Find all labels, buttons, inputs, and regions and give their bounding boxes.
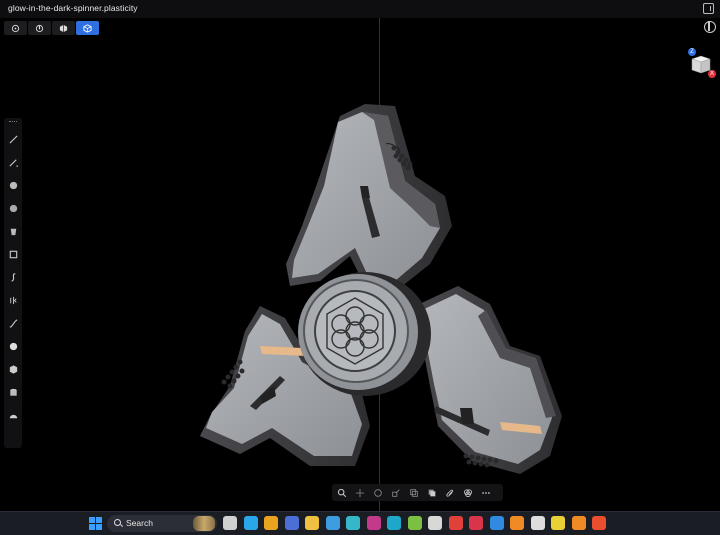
- material-icon: [464, 488, 472, 497]
- solid-mode-icon: [83, 23, 92, 33]
- left-toolbar: [4, 118, 22, 448]
- more-icon: [482, 491, 490, 494]
- x-axis-label[interactable]: X: [708, 70, 716, 78]
- taskbar-search[interactable]: Search: [107, 515, 217, 532]
- affinity-icon[interactable]: [387, 516, 401, 530]
- attach-button[interactable]: [444, 487, 456, 499]
- title-bar: glow-in-the-dark-spinner.plasticity: [0, 0, 720, 18]
- face-mode-icon: [59, 24, 68, 32]
- bottom-toolbar: [332, 484, 503, 501]
- curve-tool[interactable]: [6, 155, 20, 169]
- face-mode-button[interactable]: [52, 21, 75, 35]
- duplicate-button[interactable]: [408, 487, 420, 499]
- stack-tool[interactable]: [6, 385, 20, 399]
- material-button[interactable]: [462, 487, 474, 499]
- window-title: glow-in-the-dark-spinner.plasticity: [8, 3, 138, 13]
- app-blue-icon[interactable]: [325, 516, 340, 530]
- brave-icon[interactable]: [592, 516, 606, 530]
- search-icon: [114, 519, 121, 526]
- app-teal-icon[interactable]: [551, 516, 565, 530]
- sphere-tool[interactable]: [6, 201, 20, 215]
- spiral-tool[interactable]: [6, 270, 20, 284]
- scale-icon: [392, 488, 400, 497]
- box-icon: [9, 250, 17, 258]
- app-cyan-icon[interactable]: [346, 516, 360, 530]
- cube-icon: [9, 364, 17, 374]
- line-icon: [8, 134, 18, 144]
- app-red-f2-icon[interactable]: [469, 516, 483, 530]
- chrome-icon[interactable]: [264, 516, 278, 530]
- navigation-cube[interactable]: Z X: [688, 48, 716, 78]
- more-button[interactable]: [480, 487, 492, 499]
- edge-mode-button[interactable]: [28, 21, 51, 35]
- cap-tool[interactable]: [6, 408, 20, 422]
- windows-taskbar: Search: [0, 511, 720, 535]
- vertex-mode-icon: [11, 24, 20, 32]
- attach-icon: [446, 489, 454, 497]
- circle-tool[interactable]: [6, 178, 20, 192]
- search-label: Search: [126, 518, 153, 528]
- app-e-icon[interactable]: [489, 516, 504, 530]
- edge-mode-icon: [35, 24, 44, 32]
- app-red-f-icon[interactable]: [448, 516, 463, 530]
- cube-tool[interactable]: [6, 362, 20, 376]
- search-highlight-image: [193, 516, 215, 531]
- center-bearing: [298, 272, 431, 396]
- cylinder-icon: [10, 228, 16, 235]
- app-green-icon[interactable]: [407, 516, 422, 530]
- solid-mode-button[interactable]: [76, 21, 99, 35]
- stack-icon: [9, 388, 17, 396]
- task-view-icon[interactable]: [223, 516, 237, 530]
- cap-icon: [9, 414, 17, 418]
- boolean-button[interactable]: [426, 487, 438, 499]
- pen-app-icon[interactable]: [243, 516, 258, 530]
- blender-icon[interactable]: [510, 516, 524, 530]
- move-button[interactable]: [354, 487, 366, 499]
- spinner-arm-top: [286, 104, 452, 291]
- windows-start-icon[interactable]: [89, 517, 102, 530]
- rotate-button[interactable]: [372, 487, 384, 499]
- search-button[interactable]: [336, 487, 348, 499]
- move-icon: [355, 488, 365, 497]
- intellij-icon[interactable]: [366, 516, 381, 530]
- boolean-icon: [428, 489, 436, 496]
- inkscape-icon[interactable]: [530, 516, 545, 530]
- spinner-arm-right: [415, 286, 562, 474]
- scale-button[interactable]: [390, 487, 402, 499]
- circle-icon: [9, 181, 17, 189]
- circle-filled-icon: [9, 342, 17, 350]
- blender2-icon[interactable]: [571, 516, 586, 530]
- selection-mode-bar: [4, 21, 99, 35]
- teams-icon[interactable]: [284, 516, 299, 530]
- cylinder-tool[interactable]: [6, 224, 20, 238]
- mirror-tool[interactable]: [6, 293, 20, 307]
- z-axis-label[interactable]: Z: [688, 48, 696, 56]
- box-tool[interactable]: [6, 247, 20, 261]
- sphere-icon: [9, 204, 17, 212]
- vertex-mode-button[interactable]: [4, 21, 27, 35]
- search-icon: [337, 488, 347, 497]
- 3d-viewport[interactable]: Z X: [0, 18, 720, 511]
- duplicate-icon: [410, 488, 418, 497]
- circle-filled-tool[interactable]: [6, 339, 20, 353]
- fillet-icon: [9, 318, 17, 328]
- fillet-tool[interactable]: [6, 316, 20, 330]
- spiral-icon: [10, 272, 15, 282]
- mirror-icon: [9, 296, 17, 304]
- spinner-model[interactable]: [190, 86, 580, 486]
- contrast-toggle-icon[interactable]: [704, 21, 716, 33]
- explorer-icon[interactable]: [305, 516, 319, 530]
- toolbar-grip[interactable]: [9, 121, 17, 123]
- curve-icon: [8, 158, 18, 167]
- line-tool[interactable]: [6, 132, 20, 146]
- app-g-icon[interactable]: [428, 516, 442, 530]
- rotate-icon: [374, 488, 382, 497]
- sidebar-toggle-icon[interactable]: [703, 3, 714, 14]
